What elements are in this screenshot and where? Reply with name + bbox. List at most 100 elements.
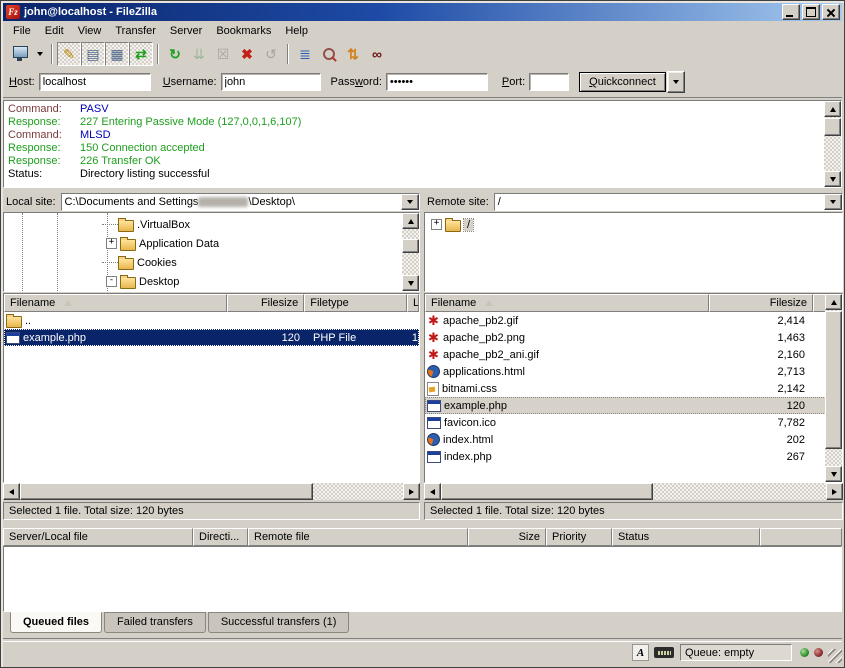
menu-transfer[interactable]: Transfer [108,23,163,39]
tab-successful-transfers[interactable]: Successful transfers (1) [208,612,350,633]
site-manager-dropdown-button[interactable] [32,42,47,66]
local-file-list[interactable]: Filename Filesize Filetype L .. example.… [3,293,420,483]
quickconnect-button[interactable]: Quickconnect [579,72,666,92]
scroll-left-button[interactable] [424,483,441,500]
tree-expander-toggle[interactable]: + [106,238,117,249]
tree-item-virtualbox[interactable]: .VirtualBox [4,215,419,234]
host-input[interactable] [39,73,151,91]
file-row[interactable]: favicon.ico 7,782 [425,414,842,431]
tree-item-application-data[interactable]: + Application Data [4,234,419,253]
menu-edit[interactable]: Edit [38,23,71,39]
column-header-last-modified[interactable]: L [407,294,419,312]
scrollbar-thumb[interactable] [824,118,841,136]
resize-grip[interactable] [828,649,842,663]
column-header-filesize[interactable]: Filesize [709,294,813,312]
scroll-down-button[interactable] [825,466,842,482]
toggle-local-tree-button[interactable] [81,42,105,66]
tab-queued-files[interactable]: Queued files [10,612,102,633]
scrollbar-thumb[interactable] [20,483,313,500]
scroll-left-button[interactable] [3,483,20,500]
password-input[interactable] [386,73,488,91]
local-directory-tree[interactable]: .VirtualBox + Application Data Cookies -… [3,212,420,292]
close-button[interactable] [822,4,840,20]
column-header-remote-file[interactable]: Remote file [248,528,468,546]
file-row-parent-dir[interactable]: .. [4,312,419,329]
remote-file-list[interactable]: Filename Filesize apache_pb2.gif 2,414 a… [424,293,843,483]
column-header-filesize[interactable]: Filesize [227,294,304,312]
remote-path-dropdown-button[interactable] [824,194,842,210]
remote-list-scrollbar[interactable] [825,294,842,482]
remote-path-combobox[interactable]: / [494,193,843,211]
toggle-message-log-button[interactable] [57,42,81,66]
column-header-filetype[interactable]: Filetype [304,294,407,312]
file-row[interactable]: applications.html 2,713 [425,363,842,380]
remote-list-hscrollbar[interactable] [424,483,843,500]
synchronized-browsing-button[interactable] [341,42,365,66]
filter-button[interactable] [293,42,317,66]
toggle-remote-tree-button[interactable] [105,42,129,66]
scroll-up-button[interactable] [825,294,842,310]
column-header-filename[interactable]: Filename [4,294,227,312]
site-manager-button[interactable] [8,42,32,66]
file-row[interactable]: apache_pb2.gif 2,414 [425,312,842,329]
minimize-button[interactable] [782,4,800,20]
column-header-size[interactable]: Size [468,528,546,546]
transfer-queue-list[interactable] [3,546,842,612]
process-queue-button[interactable] [187,42,211,66]
column-header-status[interactable]: Status [612,528,760,546]
menu-bookmarks[interactable]: Bookmarks [209,23,278,39]
scrollbar-thumb[interactable] [441,483,653,500]
remote-directory-tree[interactable]: + / [424,212,843,292]
toggle-transfer-queue-button[interactable] [129,42,153,66]
scroll-up-button[interactable] [824,101,841,117]
scrollbar-thumb[interactable] [825,311,842,449]
menu-help[interactable]: Help [278,23,315,39]
local-tree-scrollbar[interactable] [402,213,419,291]
scroll-right-button[interactable] [826,483,843,500]
file-row[interactable]: index.html 202 [425,431,842,448]
menu-view[interactable]: View [71,23,109,39]
tree-item-desktop[interactable]: - Desktop [4,272,419,291]
column-header-direction[interactable]: Directi... [193,528,248,546]
reconnect-button[interactable] [259,42,283,66]
column-header-server-local-file[interactable]: Server/Local file [3,528,193,546]
username-input[interactable] [221,73,321,91]
scroll-right-button[interactable] [403,483,420,500]
refresh-button[interactable] [163,42,187,66]
tree-item-cookies[interactable]: Cookies [4,253,419,272]
title-bar[interactable]: Fz john@localhost - FileZilla [3,3,842,21]
file-row-example-php[interactable]: example.php 120 PHP File 1 [4,329,419,346]
disconnect-button[interactable] [235,42,259,66]
file-name: index.php [444,451,492,463]
menu-file[interactable]: File [6,23,38,39]
log-scrollbar[interactable] [824,101,841,187]
menu-server[interactable]: Server [163,23,209,39]
scrollbar-thumb[interactable] [402,239,419,253]
column-header-filename[interactable]: Filename [425,294,709,312]
file-row[interactable]: apache_pb2_ani.gif 2,160 [425,346,842,363]
scroll-down-button[interactable] [824,171,841,187]
find-files-button[interactable] [365,42,389,66]
log-line: Command:MLSD [8,129,841,142]
cancel-operation-button[interactable] [211,42,235,66]
file-row[interactable]: apache_pb2.png 1,463 [425,329,842,346]
tree-item-root[interactable]: + / [425,215,842,234]
column-header-priority[interactable]: Priority [546,528,612,546]
local-path-dropdown-button[interactable] [401,194,419,210]
maximize-button[interactable] [802,4,820,20]
tree-expander-toggle[interactable]: + [431,219,442,230]
tab-failed-transfers[interactable]: Failed transfers [104,612,206,633]
file-row[interactable]: bitnami.css 2,142 [425,380,842,397]
php-file-icon [427,451,441,463]
local-list-hscrollbar[interactable] [3,483,420,500]
file-row-example-php[interactable]: example.php 120 [425,397,842,414]
message-log[interactable]: Command:PASV Response:227 Entering Passi… [3,100,842,188]
scroll-up-button[interactable] [402,213,419,229]
local-path-combobox[interactable]: C:\Documents and Settings\Desktop\ [61,193,420,211]
scroll-down-button[interactable] [402,275,419,291]
file-row[interactable]: index.php 267 [425,448,842,465]
port-input[interactable] [529,73,569,91]
tree-expander-toggle[interactable]: - [106,276,117,287]
directory-comparison-button[interactable] [317,42,341,66]
quickconnect-dropdown-button[interactable] [667,71,685,93]
